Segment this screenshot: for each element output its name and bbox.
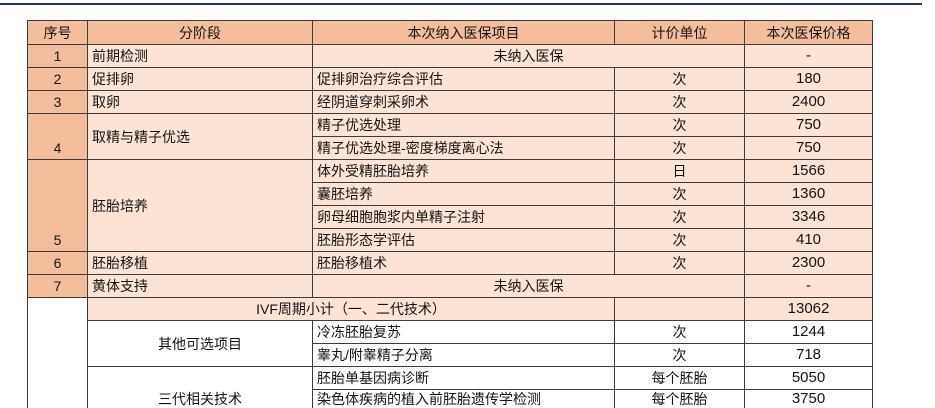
item-name: 胚胎移植术 (312, 251, 615, 275)
blank-index-cell (27, 297, 88, 408)
header-cell-item: 本次纳入医保项目 (312, 20, 615, 45)
not-covered-note: 未纳入医保 (312, 44, 745, 68)
pricing-unit: 次 (614, 228, 745, 252)
table-row: 其他可选项目 冷冻胚胎复苏 次 1244 (28, 320, 873, 367)
pricing-unit: 次 (614, 320, 745, 344)
stage-name: 黄体支持 (87, 274, 313, 298)
stage-number: 2 (27, 67, 88, 91)
slide-page: 序号 分阶段 本次纳入医保项目 计价单位 本次医保价格 1 前期检测 未纳入医保… (0, 0, 935, 408)
item-name: 染色体疾病的植入前胚胎遗传学检测 (312, 389, 615, 408)
item-name: 精子优选处理 (312, 113, 615, 137)
table-row: 2 促排卵 促排卵治疗综合评估 次 180 (27, 67, 873, 91)
insurance-price: 1566 (744, 159, 873, 183)
insurance-price: 2400 (744, 90, 873, 114)
header-cell-price: 本次医保价格 (744, 20, 873, 45)
insurance-price: - (744, 274, 873, 298)
item-name: 促排卵治疗综合评估 (312, 67, 615, 91)
table-header: 序号 分阶段 本次纳入医保项目 计价单位 本次医保价格 (27, 20, 873, 45)
pricing-unit: 每个胚胎 (614, 366, 745, 390)
stage-name: 取卵 (87, 90, 313, 114)
insurance-price: - (744, 44, 873, 68)
pricing-unit: 次 (614, 67, 745, 91)
insurance-price: 5050 (744, 366, 873, 390)
item-name: 睾丸/附睾精子分离 (312, 343, 615, 367)
stage-number: 3 (27, 90, 88, 114)
stage-name: 胚胎培养 (87, 159, 313, 252)
insurance-price: 410 (744, 228, 873, 252)
table-row: 6 胚胎移植 胚胎移植术 次 2300 (27, 251, 873, 275)
pricing-unit: 次 (614, 343, 745, 367)
stage-number: 1 (27, 44, 88, 68)
pricing-unit: 次 (614, 182, 745, 206)
insurance-price: 1360 (744, 182, 873, 206)
item-name: 卵母细胞胞浆内单精子注射 (312, 205, 615, 229)
header-row: 序号 分阶段 本次纳入医保项目 计价单位 本次医保价格 (27, 20, 873, 45)
stage-number: 6 (27, 251, 88, 275)
insurance-price: 718 (744, 343, 873, 367)
table-row: 1 前期检测 未纳入医保 - (27, 44, 873, 68)
item-name: 胚胎形态学评估 (312, 228, 615, 252)
stage-name: 前期检测 (87, 44, 313, 68)
stage-number: 5 (27, 159, 88, 252)
pricing-unit: 每个胚胎 (614, 389, 745, 408)
table-row: 3 取卵 经阴道穿刺采卵术 次 2400 (27, 90, 873, 114)
insurance-price: 3750 (744, 389, 873, 408)
subtotal-label: IVF周期小计（一、二代技术） (87, 297, 615, 321)
table-row: 4 取精与精子优选 精子优选处理 次 750 (27, 113, 873, 160)
insurance-price: 1244 (744, 320, 873, 344)
subtotal-unit-cell (614, 297, 745, 321)
stage-name: 胚胎移植 (87, 251, 313, 275)
pricing-unit: 次 (614, 136, 745, 160)
ivf-insurance-price-table: 序号 分阶段 本次纳入医保项目 计价单位 本次医保价格 1 前期检测 未纳入医保… (27, 20, 873, 408)
table-row: 7 黄体支持 未纳入医保 - (27, 274, 873, 298)
item-name: 精子优选处理-密度梯度离心法 (312, 136, 615, 160)
pricing-unit: 日 (614, 159, 745, 183)
optional-group-name: 其他可选项目 (87, 320, 313, 367)
insurance-price: 750 (744, 113, 873, 137)
slide-top-rule (0, 3, 922, 5)
stage-number: 4 (27, 113, 88, 160)
insurance-price: 750 (744, 136, 873, 160)
stage-name: 促排卵 (87, 67, 313, 91)
insurance-price: 180 (744, 67, 873, 91)
header-cell-unit: 计价单位 (614, 20, 745, 45)
subtotal-row: IVF周期小计（一、二代技术） 13062 (27, 297, 873, 408)
insurance-price: 3346 (744, 205, 873, 229)
item-name: 体外受精胚胎培养 (312, 159, 615, 183)
insurance-price: 2300 (744, 251, 873, 275)
not-covered-note: 未纳入医保 (312, 274, 745, 298)
item-name: 胚胎单基因病诊断 (312, 366, 615, 390)
table-row: 5 胚胎培养 体外受精胚胎培养 日 1566 (27, 159, 873, 252)
stage-name: 取精与精子优选 (87, 113, 313, 160)
header-cell-stage: 分阶段 (87, 20, 313, 45)
pricing-unit: 次 (614, 205, 745, 229)
optional-group-name: 三代相关技术 (87, 366, 313, 408)
stage-number: 7 (27, 274, 88, 298)
item-name: 经阴道穿刺采卵术 (312, 90, 615, 114)
pricing-unit: 次 (614, 90, 745, 114)
item-name: 囊胚培养 (312, 182, 615, 206)
pricing-unit: 次 (614, 251, 745, 275)
table-row: 三代相关技术 胚胎单基因病诊断 每个胚胎 5050 (28, 366, 873, 408)
header-cell-index: 序号 (27, 20, 88, 45)
subtotal-price: 13062 (744, 297, 873, 321)
item-name: 冷冻胚胎复苏 (312, 320, 615, 344)
pricing-unit: 次 (614, 113, 745, 137)
table-body: 1 前期检测 未纳入医保 - 2 促排卵 促排卵治疗综合评估 次 180 3 取… (27, 44, 873, 408)
